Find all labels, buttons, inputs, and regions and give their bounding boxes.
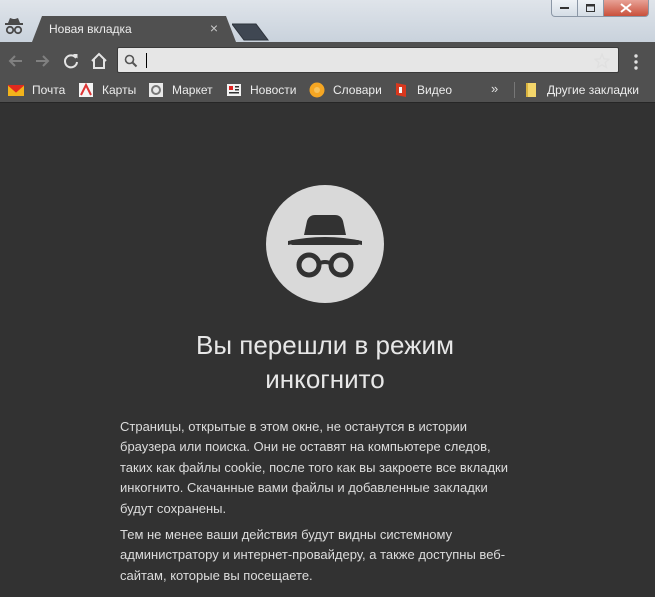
- address-input[interactable]: [148, 50, 572, 72]
- bookmark-news[interactable]: Новости: [226, 78, 296, 102]
- home-icon[interactable]: [89, 51, 109, 71]
- bookmark-label: Почта: [32, 83, 66, 97]
- back-arrow-icon[interactable]: [6, 51, 26, 71]
- mail-icon: [8, 84, 24, 96]
- bookmark-video[interactable]: Видео: [393, 78, 452, 102]
- window-title-bar: Новая вкладка ×: [0, 0, 655, 42]
- bookmarks-separator: [514, 82, 515, 98]
- bookmark-mail[interactable]: Почта: [8, 78, 65, 102]
- bookmark-maps[interactable]: Карты: [78, 78, 136, 102]
- menu-dots-icon[interactable]: [631, 53, 641, 71]
- other-bookmarks-folder[interactable]: Другие закладки: [523, 78, 639, 102]
- close-window-button[interactable]: [604, 0, 649, 17]
- heading-line-1: Вы перешли в режим: [196, 330, 454, 360]
- incognito-icon: [266, 185, 384, 303]
- bookmarks-overflow-button[interactable]: »: [491, 81, 498, 96]
- bookmark-label: Маркет: [172, 83, 213, 97]
- market-icon: [149, 83, 163, 97]
- incognito-small-icon: [5, 18, 23, 35]
- bookmark-dictionary[interactable]: Словари: [309, 78, 382, 102]
- minimize-button[interactable]: [551, 0, 578, 17]
- bookmark-label: Карты: [102, 83, 137, 97]
- info-paragraph-2: Тем не менее ваши действия будут видны с…: [120, 527, 506, 583]
- bookmarks-bar: Почта Карты Маркет Новости Словари Видео…: [0, 78, 655, 103]
- bookmark-label: Словари: [333, 83, 382, 97]
- bookmark-label: Другие закладки: [547, 83, 639, 97]
- tab-new-tab[interactable]: Новая вкладка ×: [32, 16, 236, 42]
- address-bar[interactable]: [117, 47, 619, 73]
- bookmark-market[interactable]: Маркет: [148, 78, 213, 102]
- close-icon: [620, 3, 632, 13]
- dictionary-icon: [309, 82, 325, 98]
- bookmark-label: Новости: [250, 83, 297, 97]
- minimize-icon: [559, 7, 569, 9]
- search-icon: [124, 54, 138, 68]
- incognito-page: Вы перешли в режим инкогнито Страницы, о…: [0, 103, 655, 597]
- tab-close-icon[interactable]: ×: [206, 19, 222, 37]
- new-tab-button[interactable]: [232, 23, 272, 41]
- window-controls: [551, 0, 649, 18]
- news-icon: [227, 84, 241, 96]
- star-icon[interactable]: [594, 53, 610, 69]
- heading-line-2: инкогнито: [265, 364, 385, 394]
- reload-icon[interactable]: [61, 51, 81, 71]
- info-paragraph-1: Страницы, открытые в этом окне, не остан…: [120, 419, 509, 516]
- maps-icon: [79, 82, 93, 97]
- maximize-button[interactable]: [578, 0, 604, 17]
- video-icon: [396, 83, 406, 97]
- bookmark-label: Видео: [417, 83, 453, 97]
- maximize-icon: [585, 3, 595, 12]
- forward-arrow-icon[interactable]: [32, 51, 52, 71]
- text-caret: [146, 53, 147, 68]
- tab-title: Новая вкладка: [49, 22, 132, 36]
- folder-icon: [526, 83, 536, 97]
- page-heading: Вы перешли в режим инкогнито: [120, 328, 530, 396]
